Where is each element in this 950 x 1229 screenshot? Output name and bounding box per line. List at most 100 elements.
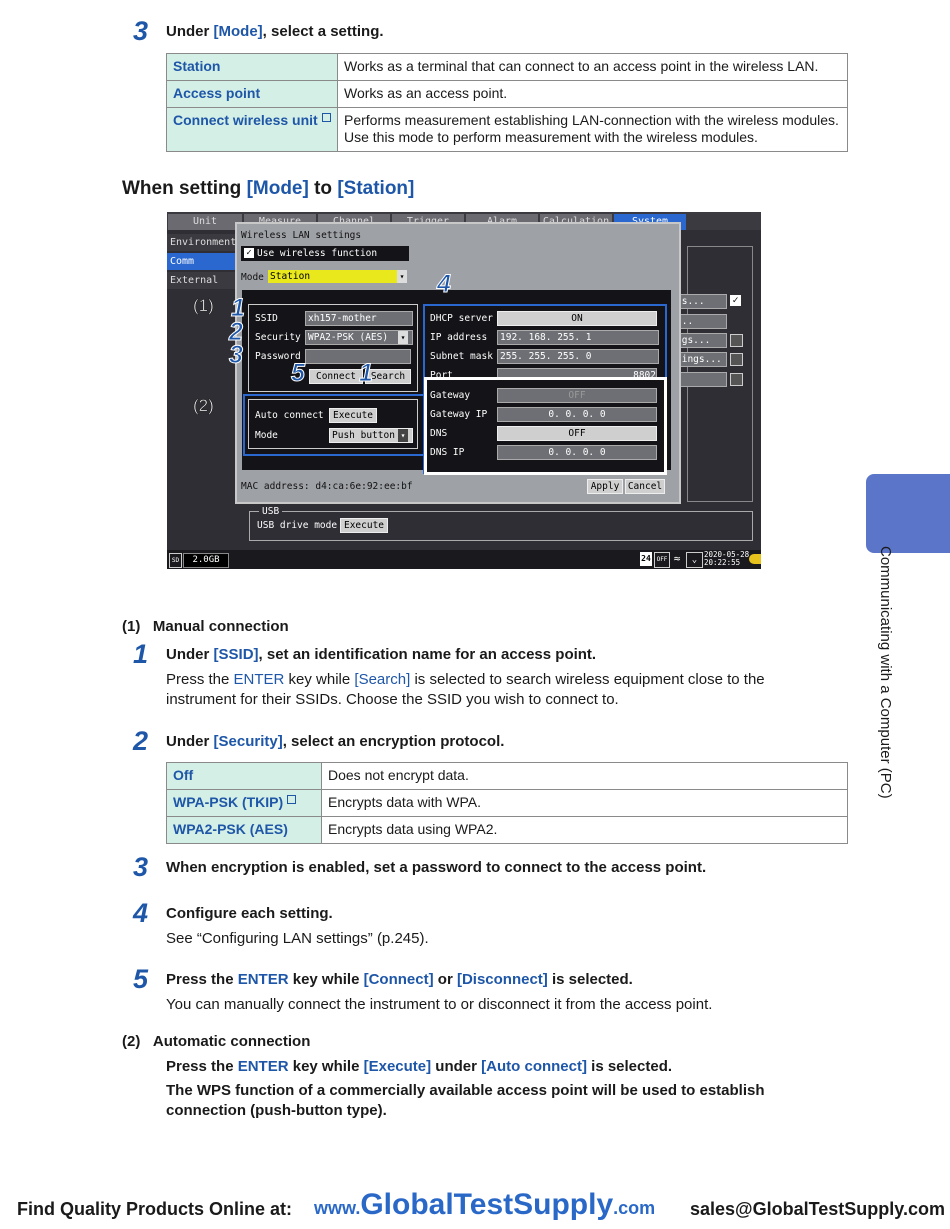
use-wireless-label: Use wireless function (257, 248, 378, 259)
dns-ip-field[interactable]: 0. 0. 0. 0 (497, 445, 657, 460)
desc: Encrypts data with WPA. (328, 794, 482, 810)
right-item[interactable]: gs... (675, 294, 727, 309)
right-item[interactable]: ... (675, 314, 727, 329)
checkbox[interactable] (730, 373, 743, 386)
desc: Works as a terminal that can connect to … (344, 58, 819, 74)
desc: Does not encrypt data. (328, 767, 469, 783)
chevron-down-icon[interactable]: ▾ (397, 270, 407, 283)
table-row: Off Does not encrypt data. (166, 762, 848, 790)
apply-button[interactable]: Apply (587, 479, 623, 494)
step-title: Under [Mode], select a setting. (166, 22, 384, 42)
footer-email-link[interactable]: sales@GlobalTestSupply.com (690, 1199, 945, 1220)
security-value: WPA2-PSK (AES) (308, 332, 389, 343)
callout-group-1: (1) (193, 296, 214, 316)
step-body: See “Configuring LAN settings” (p.245). (166, 930, 429, 947)
step-title: When encryption is enabled, set a passwo… (166, 859, 707, 876)
sec-key-cell: WPA-PSK (TKIP) (166, 789, 322, 817)
station-key: [Station] (337, 178, 415, 199)
step-number: 3 (133, 852, 149, 882)
dns-toggle[interactable]: OFF (497, 426, 657, 441)
step-number: 2 (133, 726, 149, 756)
subnet-field[interactable]: 255. 255. 255. 0 (497, 349, 659, 364)
key: WPA2-PSK (AES) (173, 821, 288, 837)
security-key: [Security] (213, 733, 283, 750)
note-icon (321, 113, 331, 122)
checkbox-checked[interactable]: ✓ (244, 248, 254, 258)
gateway-ip-field[interactable]: 0. 0. 0. 0 (497, 407, 657, 422)
status-number: 24 (640, 552, 652, 566)
enter-key: ENTER (237, 971, 289, 988)
power-icon (749, 554, 761, 564)
storage-value: 2.0GB (183, 553, 229, 568)
chevron-down-icon[interactable]: ▾ (398, 429, 408, 442)
text: under (431, 1058, 482, 1075)
status-off: OFF (654, 552, 670, 568)
text: is selected to search wireless equipment… (410, 671, 765, 688)
disconnect-key: [Disconnect] (456, 971, 548, 988)
chapter-side-tab (866, 474, 950, 553)
step-title: Configure each setting. (166, 905, 333, 922)
table-row: WPA2-PSK (AES) Encrypts data using WPA2. (166, 816, 848, 844)
mode-desc-cell: Works as a terminal that can connect to … (337, 53, 848, 81)
site-name: GlobalTestSupply (360, 1188, 614, 1221)
sec-key-cell: Off (166, 762, 322, 790)
text: Under (166, 646, 214, 663)
step-title: Under [SSID], set an identification name… (166, 645, 596, 665)
execute-button[interactable]: Execute (329, 408, 377, 423)
mode-select[interactable]: Station (268, 270, 402, 283)
text: Press the (166, 971, 238, 988)
footer-site-link[interactable]: www.GlobalTestSupply.com (314, 1188, 655, 1222)
mode2-value: Push button (332, 430, 395, 441)
checkbox-checked[interactable]: ✓ (730, 295, 741, 306)
subnet-label: Subnet mask (430, 351, 493, 362)
text: or (433, 971, 457, 988)
text: instrument for their SSIDs. Choose the S… (166, 691, 619, 708)
ip-field[interactable]: 192. 168. 255. 1 (497, 330, 659, 345)
enter-key: ENTER (233, 671, 285, 688)
cancel-button[interactable]: Cancel (625, 479, 665, 494)
password-field[interactable] (305, 349, 411, 364)
text: Under (166, 733, 214, 750)
checkbox[interactable] (730, 353, 743, 366)
auto-connect-key: [Auto connect] (481, 1058, 587, 1075)
side-item-comm[interactable]: Comm (167, 253, 238, 270)
text: , select an encryption protocol. (282, 733, 505, 750)
sd-card-icon: SD (169, 553, 182, 568)
checkbox[interactable] (730, 334, 743, 347)
key: WPA-PSK (TKIP) (173, 794, 284, 810)
tab-unit[interactable]: Unit (168, 214, 242, 230)
chapter-title: Communicating with a Computer (PC) (877, 546, 894, 799)
desc: Use this mode to perform measurement wit… (344, 129, 758, 145)
text: Under (166, 23, 214, 40)
step-number: 1 (133, 639, 149, 669)
chevron-down-icon[interactable]: ▾ (398, 331, 408, 344)
text: key while (284, 671, 355, 688)
usb-execute-button[interactable]: Execute (340, 518, 388, 533)
security-select[interactable]: WPA2-PSK (AES) (305, 330, 413, 345)
right-item-empty[interactable] (675, 372, 727, 387)
sec-desc-cell: Does not encrypt data. (321, 762, 848, 790)
gateway-toggle[interactable]: OFF (497, 388, 657, 403)
side-item-external[interactable]: External (167, 272, 238, 289)
mode-value: Station (270, 271, 311, 282)
dns-label: DNS (430, 428, 448, 439)
key: Station (173, 58, 221, 74)
connect-button[interactable]: Connect (309, 369, 363, 384)
mode-key: [Mode] (213, 23, 263, 40)
side-item-environment[interactable]: Environment (167, 234, 238, 251)
gateway-ip-label: Gateway IP (430, 409, 488, 420)
mode-key-cell: Connect wireless unit (166, 107, 338, 152)
dialog-title: Wireless LAN settings (241, 230, 362, 241)
right-item[interactable]: tings... (675, 352, 727, 367)
execute-key: [Execute] (363, 1058, 432, 1075)
dhcp-toggle[interactable]: ON (497, 311, 657, 326)
ssid-field[interactable]: xh157-mother (305, 311, 413, 326)
text: to (308, 178, 338, 199)
dns-ip-label: DNS IP (430, 447, 465, 458)
right-item[interactable]: ngs... (675, 333, 727, 348)
footer-left-text: Find Quality Products Online at: (17, 1199, 293, 1219)
text: , set an identification name for an acce… (258, 646, 597, 663)
text: key while (288, 971, 364, 988)
ssid-label: SSID (255, 313, 278, 324)
table-row: Station Works as a terminal that can con… (166, 53, 848, 81)
